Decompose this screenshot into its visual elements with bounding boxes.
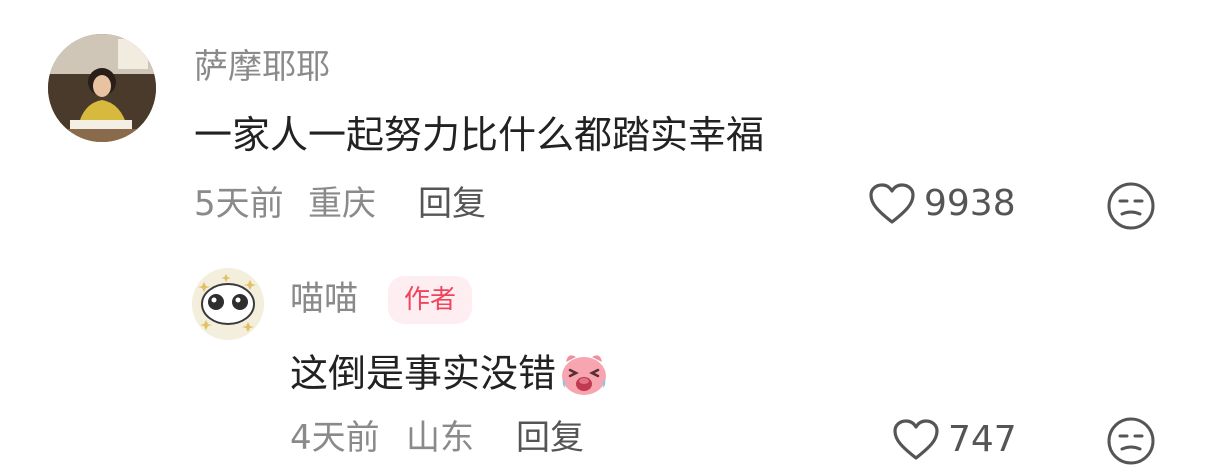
heart-outline-icon [869,183,915,224]
like-count: 9938 [924,183,1016,224]
avatar[interactable] [192,268,264,340]
comment-time: 5天前 [194,184,284,224]
comment-location: 山东 [406,418,474,458]
avatar[interactable] [48,34,156,142]
reply-button[interactable]: 回复 [516,421,584,455]
like-button[interactable]: 9938 [868,182,1016,226]
avatar-cartoon-icon [192,268,264,340]
comment-text: 一家人一起努力比什么都踏实幸福 [194,113,765,157]
crying-laughing-pig-emoji [558,348,610,404]
dislike-button[interactable] [1106,416,1156,470]
meh-face-icon [1107,182,1155,230]
comment-item: 萨摩耶耶 一家人一起努力比什么都踏实幸福 5天前 重庆 回复 9938 [0,0,1206,240]
like-count: 747 [948,419,1017,460]
author-badge: 作者 [388,276,473,324]
comment-location: 重庆 [308,184,376,224]
reply-comment-item: 喵喵 作者 这倒是事实没错 4天前 山东 回复 747 [0,240,1206,475]
username[interactable]: 喵喵 [290,282,358,316]
comment-text-value: 这倒是事实没错 [290,351,557,396]
comment-time: 4天前 [290,418,380,458]
avatar-photo-icon [48,34,156,142]
username[interactable]: 萨摩耶耶 [194,50,330,84]
reply-button[interactable]: 回复 [418,187,486,221]
comment-text: 这倒是事实没错 [290,348,610,404]
like-button[interactable]: 747 [892,418,1017,462]
meh-face-icon [1107,417,1155,465]
dislike-button[interactable] [1106,181,1156,235]
heart-outline-icon [893,419,939,460]
